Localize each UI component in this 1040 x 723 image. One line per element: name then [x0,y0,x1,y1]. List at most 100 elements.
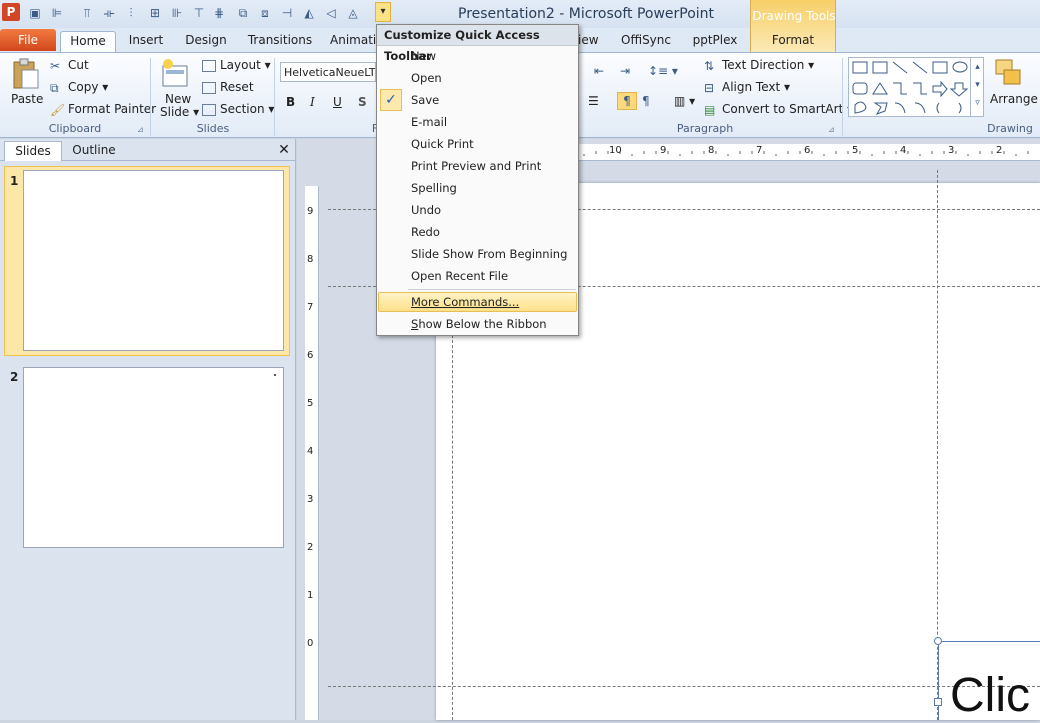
shapes-gallery[interactable] [848,57,984,117]
align-icon[interactable]: ⊣ [278,3,296,23]
cut-button[interactable]: ✂ Cut [50,58,89,73]
justify-icon[interactable]: ☰ [588,94,599,108]
dialog-launcher-icon[interactable]: ⊿ [137,125,144,134]
menu-item-slide-show[interactable]: Slide Show From Beginning [411,247,567,261]
distribute-vertical-icon[interactable]: ⋕ [210,3,228,23]
align-left-icon[interactable]: ⊫ [48,3,66,23]
distribute-icon[interactable]: ⟛ [100,3,118,23]
copy-button[interactable]: ⧉ Copy ▾ [50,80,108,95]
layout-label: Layout [220,58,261,72]
close-icon[interactable]: ✕ [276,142,292,158]
bar-chart-icon[interactable]: ⫪ [78,3,96,23]
section-button[interactable]: Section ▾ [202,102,274,116]
customize-qat-button[interactable]: ▾ [375,2,391,22]
menu-item-print-preview[interactable]: Print Preview and Print [411,159,541,173]
slide-thumbnail-1[interactable] [23,170,284,351]
resize-handle[interactable] [934,637,942,645]
paste-icon[interactable] [10,58,40,90]
thumbnail-mark [274,374,276,376]
menu-item-spelling[interactable]: Spelling [411,181,457,195]
ungroup-icon[interactable]: ⧈ [256,3,274,23]
menu-item-undo[interactable]: Undo [411,203,441,217]
align-center-icon[interactable]: ⫶ [122,3,140,23]
ruler-label: 8 [307,254,314,265]
drawing-group-label: Drawing [987,122,1033,135]
ruler-label: 1 [307,590,314,601]
ruler-label: 3 [307,494,314,505]
line-spacing-icon[interactable]: ↕≡ ▾ [648,64,678,78]
paste-button[interactable]: Paste [11,92,43,106]
flip-icon[interactable]: ◭ [300,3,318,23]
shadow-button[interactable]: S [358,95,367,109]
text-direction-ltr-icon[interactable]: ¶ [617,92,637,110]
italic-button[interactable]: I [310,95,315,109]
menu-item-quick-print[interactable]: Quick Print [411,137,474,151]
cut-label: Cut [68,58,89,72]
placeholder-text[interactable]: Clic [950,668,1030,723]
convert-smartart-button[interactable]: ▤Convert to SmartArt ▾ [704,102,853,117]
guide-line [328,686,1040,687]
menu-item-redo[interactable]: Redo [411,225,440,239]
align-text-icon: ⊟ [704,80,715,95]
copy-icon: ⧉ [50,80,59,95]
dialog-launcher-icon[interactable]: ⊿ [828,125,835,134]
text-direction-label: Text Direction [722,58,805,72]
resize-handle[interactable] [934,698,942,706]
gallery-scroll-icon[interactable]: ▴ ▾ ▿ [970,58,984,116]
ruler-label: 8 [708,145,715,156]
new-slide-label-1[interactable]: New [165,92,191,106]
menu-item-more-commands[interactable]: More Commands... [411,295,519,309]
reset-button[interactable]: Reset [202,80,254,94]
format-painter-button[interactable]: 🖌 Format Painter [50,102,156,117]
slide-number: 2 [10,370,19,384]
underline-button[interactable]: U [333,95,342,109]
arrange-button[interactable]: Arrange [990,92,1038,106]
layout-button[interactable]: Layout ▾ [202,58,271,72]
align-text-button[interactable]: ⊟ Align Text ▾ [704,80,790,95]
flip-horizontal-icon[interactable]: ◁ [322,3,340,23]
vertical-ruler[interactable]: 9 8 7 6 5 4 3 2 1 0 [305,186,319,720]
rotate-icon[interactable]: ◬ [344,3,362,23]
menu-item-new[interactable]: New [411,49,436,63]
save-icon[interactable]: ▣ [26,3,44,23]
tab-insert[interactable]: Insert [124,31,168,52]
ruler-label: 6 [307,350,314,361]
align-middle-icon[interactable]: ⊞ [146,3,164,23]
copy-label: Copy [68,80,99,94]
arrange-icon[interactable] [994,58,1024,88]
menu-item-save[interactable]: Save [411,93,439,107]
increase-indent-icon[interactable]: ⇥ [620,64,630,78]
text-direction-button[interactable]: ⇅ Text Direction ▾ [704,58,814,73]
powerpoint-app-icon[interactable]: P [2,3,20,21]
tab-home[interactable]: Home [60,31,116,52]
menu-item-open[interactable]: Open [411,71,442,85]
group-icon[interactable]: ⧉ [234,3,252,23]
text-direction-rtl-icon[interactable]: ¶ [642,94,650,108]
menu-item-show-below-ribbon[interactable]: Show Below the Ribbon [411,317,547,331]
tab-view[interactable]: iew [578,31,599,52]
tab-format[interactable]: Format [766,31,820,52]
convert-smartart-label: Convert to SmartArt [722,102,844,116]
new-slide-label-2[interactable]: Slide ▾ [160,105,199,119]
contextual-group-label: Drawing Tools [752,9,836,23]
slide-thumbnail-2[interactable] [23,367,284,548]
new-slide-icon[interactable] [160,58,192,90]
menu-item-email[interactable]: E-mail [411,115,447,129]
columns-icon[interactable]: ▥ ▾ [674,94,695,108]
align-top-icon[interactable]: ⊤ [190,3,208,23]
menu-item-open-recent[interactable]: Open Recent File [411,269,508,283]
tab-outline[interactable]: Outline [62,141,126,161]
tab-animations[interactable]: Animati [330,31,380,52]
tab-design[interactable]: Design [180,31,232,52]
decrease-indent-icon[interactable]: ⇤ [594,64,604,78]
tab-pptplex[interactable]: pptPlex [690,31,740,52]
scissors-icon: ✂ [50,58,61,73]
bold-button[interactable]: B [286,95,295,109]
font-name-input[interactable]: HelveticaNeueLT S [280,62,376,82]
tab-transitions[interactable]: Transitions [244,31,316,52]
columns-icon[interactable]: ⊪ [168,3,186,23]
section-label: Section [220,102,265,116]
tab-offisync[interactable]: OffiSync [618,31,674,52]
tab-file[interactable]: File [0,29,56,51]
tab-slides[interactable]: Slides [4,141,62,161]
